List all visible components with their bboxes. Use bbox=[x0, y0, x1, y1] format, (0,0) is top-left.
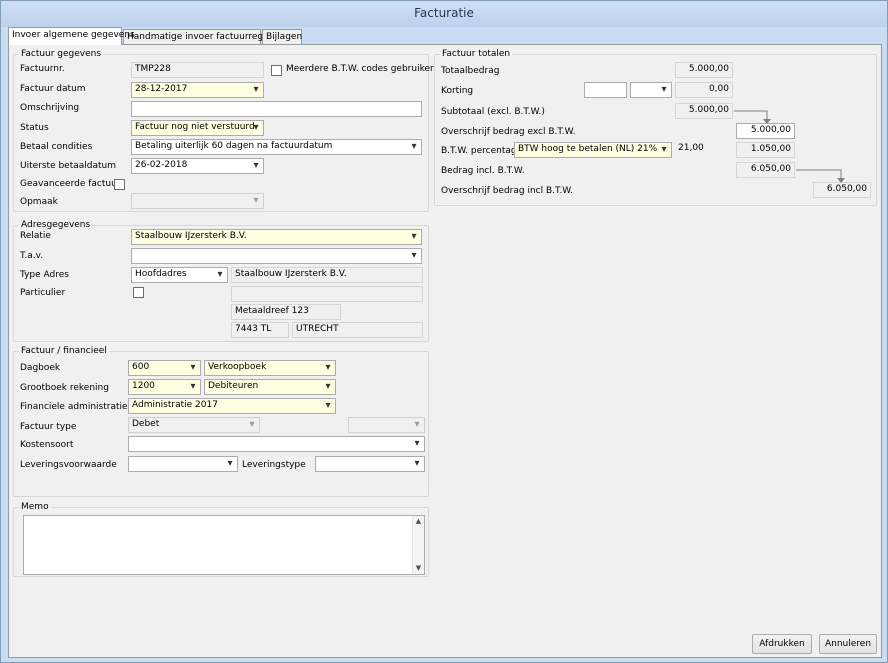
leveringstype-select[interactable]: ▾ bbox=[315, 456, 425, 472]
memo-scrollbar[interactable]: ▲ ▼ bbox=[412, 516, 424, 574]
grootboek-naam-select[interactable]: Debiteuren ▾ bbox=[204, 379, 336, 395]
grootboek-code-value: 1200 bbox=[132, 381, 155, 391]
tab-invoer-algemene-gegevens[interactable]: Invoer algemene gegevens bbox=[8, 27, 135, 45]
adres-straat-field: Metaaldreef 123 bbox=[231, 304, 341, 320]
facturatie-window: Facturatie Invoer algemene gegevens Hand… bbox=[0, 0, 888, 663]
tab-bijlagen[interactable]: Bijlagen bbox=[262, 29, 302, 45]
tav-select[interactable]: ▾ bbox=[131, 248, 422, 264]
subtotal-arrowhead-icon bbox=[763, 119, 771, 124]
dagboek-code-select[interactable]: 600 ▾ bbox=[128, 360, 201, 376]
chevron-down-icon: ▾ bbox=[414, 458, 420, 469]
fin-admin-value: Administratie 2017 bbox=[132, 400, 218, 410]
adres-plaats-field: UTRECHT bbox=[292, 322, 423, 338]
group-title-factuur-financieel: Factuur / financieel bbox=[19, 346, 109, 356]
grootboek-naam-value: Debiteuren bbox=[208, 381, 259, 391]
chevron-down-icon: ▾ bbox=[227, 458, 233, 469]
kostensoort-label: Kostensoort bbox=[20, 440, 74, 450]
leveringsvoorwaarde-select[interactable]: ▾ bbox=[128, 456, 238, 472]
kostensoort-select[interactable]: ▾ bbox=[128, 436, 425, 452]
leveringsvoorwaarde-label: Leveringsvoorwaarde bbox=[20, 460, 117, 470]
scroll-up-icon[interactable]: ▲ bbox=[413, 516, 424, 527]
window-title: Facturatie bbox=[414, 6, 474, 20]
tab-handmatige-invoer-factuurregels[interactable]: Handmatige invoer factuurregels bbox=[123, 29, 276, 45]
totals-connector-arrows bbox=[734, 110, 845, 183]
type-adres-select[interactable]: Hoofdadres ▾ bbox=[131, 267, 228, 283]
subtotal-arrow-line bbox=[734, 110, 768, 122]
chevron-down-icon: ▾ bbox=[325, 381, 331, 392]
chevron-down-icon: ▾ bbox=[249, 419, 255, 430]
particulier-checkbox[interactable] bbox=[133, 287, 144, 298]
tab-panel: Factuur gegevens Factuurnr. TMP228 Meerd… bbox=[8, 44, 882, 658]
incl-arrowhead-icon bbox=[837, 178, 845, 183]
title-bar[interactable]: Facturatie bbox=[1, 1, 887, 27]
scroll-down-icon[interactable]: ▼ bbox=[413, 563, 424, 574]
dagboek-naam-value: Verkoopboek bbox=[208, 362, 267, 372]
chevron-down-icon: ▾ bbox=[325, 362, 331, 373]
factuur-type-extra-select: ▾ bbox=[348, 417, 425, 433]
grootboek-label: Grootboek rekening bbox=[20, 383, 109, 393]
particulier-label: Particulier bbox=[20, 288, 66, 298]
group-title-memo: Memo bbox=[19, 502, 51, 512]
adres-regel2-field bbox=[231, 286, 423, 302]
adres-postcode-field: 7443 TL bbox=[231, 322, 289, 338]
tab-strip: Invoer algemene gegevens Handmatige invo… bbox=[8, 27, 882, 45]
adres-naam-field: Staalbouw IJzersterk B.V. bbox=[231, 267, 423, 283]
incl-arrow-line bbox=[796, 169, 842, 181]
fin-admin-label: Financiele administraties bbox=[20, 402, 133, 412]
dagboek-code-value: 600 bbox=[132, 362, 150, 372]
chevron-down-icon: ▾ bbox=[325, 400, 331, 411]
grootboek-code-select[interactable]: 1200 ▾ bbox=[128, 379, 201, 395]
afdrukken-button[interactable]: Afdrukken bbox=[752, 634, 812, 654]
chevron-down-icon: ▾ bbox=[414, 438, 420, 449]
memo-textarea[interactable]: ▲ ▼ bbox=[23, 515, 425, 575]
fin-admin-select[interactable]: Administratie 2017 ▾ bbox=[128, 398, 336, 414]
chevron-down-icon: ▾ bbox=[411, 250, 417, 261]
chevron-down-icon: ▾ bbox=[190, 362, 196, 373]
factuur-type-select: Debet ▾ bbox=[128, 417, 260, 433]
tav-label: T.a.v. bbox=[20, 251, 44, 261]
type-adres-label: Type Adres bbox=[20, 270, 69, 280]
dagboek-label: Dagboek bbox=[20, 363, 61, 373]
dagboek-naam-select[interactable]: Verkoopboek ▾ bbox=[204, 360, 336, 376]
type-adres-value: Hoofdadres bbox=[135, 269, 187, 279]
factuur-type-label: Factuur type bbox=[20, 422, 77, 432]
chevron-down-icon: ▾ bbox=[217, 269, 223, 280]
chevron-down-icon: ▾ bbox=[414, 419, 420, 430]
chevron-down-icon: ▾ bbox=[190, 381, 196, 392]
factuur-type-value: Debet bbox=[132, 419, 160, 429]
leveringstype-label: Leveringstype bbox=[242, 460, 306, 470]
annuleren-button[interactable]: Annuleren bbox=[819, 634, 877, 654]
